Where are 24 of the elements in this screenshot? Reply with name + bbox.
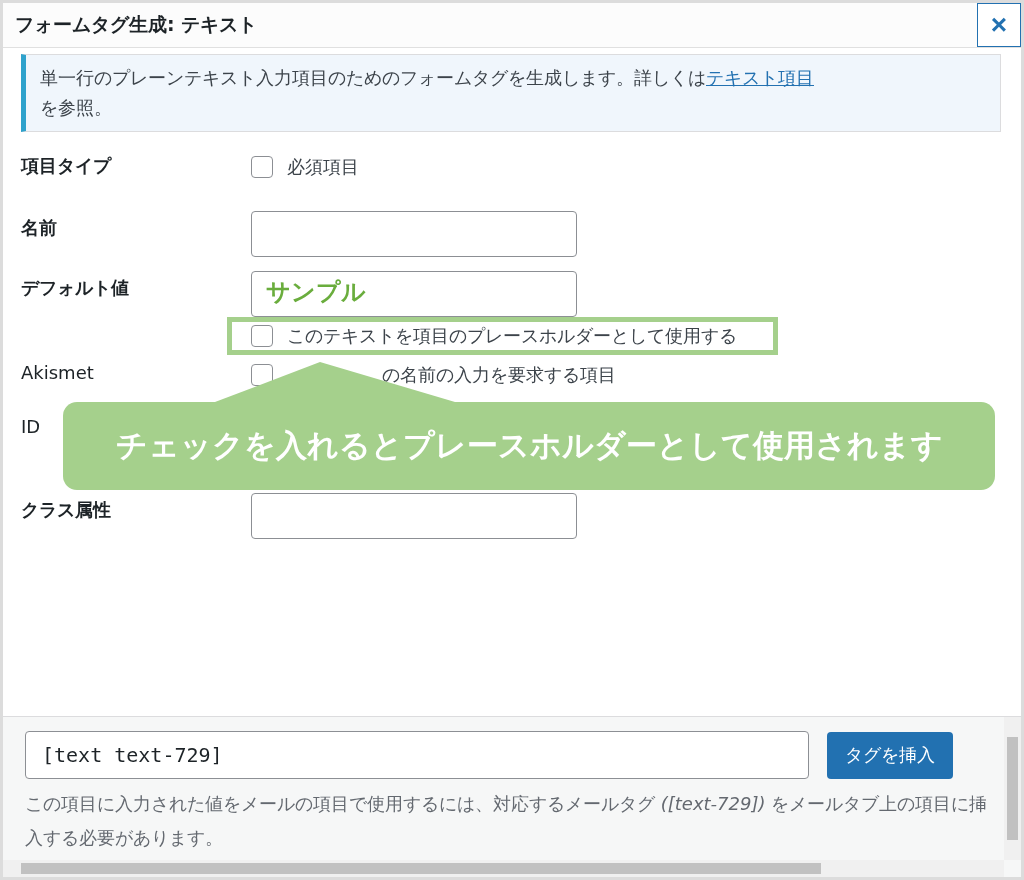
close-button[interactable]: × bbox=[977, 3, 1021, 47]
field-label: クラス属性 bbox=[21, 498, 112, 522]
field-label: ID bbox=[21, 415, 42, 437]
text-field-link[interactable]: テキスト項目 bbox=[706, 67, 814, 88]
window-title: フォームタグ生成: テキスト bbox=[14, 12, 258, 37]
text-field[interactable]: サンプル bbox=[251, 271, 577, 317]
checkbox-label: このテキストを項目のプレースホルダーとして使用する bbox=[287, 324, 737, 348]
tag-field[interactable]: [text text-729] bbox=[25, 731, 809, 779]
text-field[interactable] bbox=[251, 211, 577, 257]
checkbox[interactable] bbox=[251, 364, 273, 386]
horizontal-scrollbar[interactable] bbox=[3, 860, 1004, 877]
field-label: Akismet bbox=[21, 361, 95, 383]
vertical-scrollbar[interactable] bbox=[1004, 717, 1021, 860]
checkbox[interactable] bbox=[251, 325, 273, 347]
checkbox[interactable] bbox=[251, 156, 273, 178]
description-text: この項目に入力された値をメールの項目で使用するには、対応するメールタグ ([text-729]) をメールタブ上の項目に挿入する必要があります。 bbox=[25, 792, 989, 850]
notice-text: 単一行のプレーンテキスト入力項目のためのフォームタグを生成します。詳しくはテキスト項目 を参照。 bbox=[21, 54, 1001, 132]
insert-tag-button[interactable]: タグを挿入 bbox=[827, 731, 953, 779]
field-label: デフォルト値 bbox=[21, 276, 130, 300]
field-label: 項目タイプ bbox=[21, 154, 113, 178]
checkbox-label: の名前の入力を要求する項目 bbox=[382, 363, 616, 387]
field-label: 名前 bbox=[21, 216, 58, 240]
checkbox-label: 必須項目 bbox=[287, 155, 359, 179]
text-field[interactable] bbox=[251, 493, 577, 539]
